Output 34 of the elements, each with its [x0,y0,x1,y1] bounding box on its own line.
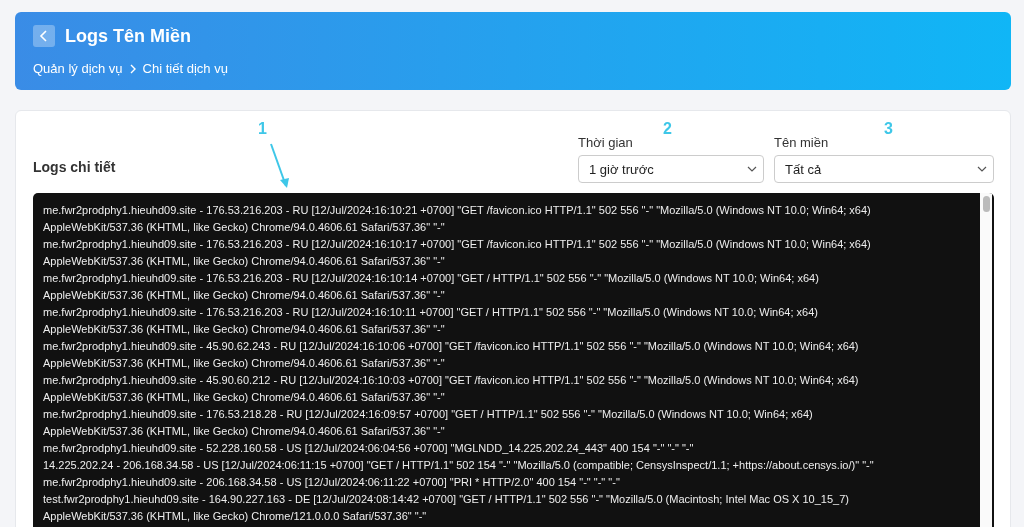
log-line: me.fwr2prodphy1.hieuhd09.site - 176.53.218.28 - RU [12/Jul/2024:16:09:57 +0700] "GET / HTTP/1.1" 502 556 "-" "Mozilla/5.0 (Windows NT 10.0; Win64; x64) [43,407,813,422]
log-line: me.fwr2prodphy1.hieuhd09.site - 176.53.216.203 - RU [12/Jul/2024:16:10:21 +0700] "GET /favicon.ico HTTP/1.1" 502 556 "-" "Mozilla/5.0 (Windows NT 10.0; Win64; x64) [43,203,871,218]
back-button[interactable] [33,25,55,47]
log-line: AppleWebKit/537.36 (KHTML, like Gecko) Chrome/94.0.4606.61 Safari/537.36" "-" [43,254,445,269]
log-line: AppleWebKit/537.36 (KHTML, like Gecko) Chrome/121.0.0.0 Safari/537.36" "-" [43,509,427,524]
annotation-number: 1 [258,120,267,138]
log-line: me.fwr2prodphy1.hieuhd09.site - 45.90.60.212 - RU [12/Jul/2024:16:10:03 +0700] "GET /favicon.ico HTTP/1.1" 502 556 "-" "Mozilla/5.0 (Windows NT 10.0; Win64; x64) [43,373,859,388]
log-line: AppleWebKit/537.36 (KHTML, like Gecko) Chrome/94.0.4606.61 Safari/537.36" "-" [43,322,445,337]
log-line: me.fwr2prodphy1.hieuhd09.site - 45.90.62.243 - RU [12/Jul/2024:16:10:06 +0700] "GET /favicon.ico HTTP/1.1" 502 556 "-" "Mozilla/5.0 (Windows NT 10.0; Win64; x64) [43,339,859,354]
annotation-number: 2 [663,120,672,138]
log-line: test.fwr2prodphy1.hieuhd09.site - 164.90.227.163 - DE [12/Jul/2024:08:14:42 +0700] "GET / HTTP/1.1" 502 556 "-" "Mozilla/5.0 (Macintosh; Intel Mac OS X 10_15_7) [43,492,849,507]
log-line: me.fwr2prodphy1.hieuhd09.site - 176.53.216.203 - RU [12/Jul/2024:16:10:11 +0700] "GET / HTTP/1.1" 502 556 "-" "Mozilla/5.0 (Windows NT 10.0; Win64; x64) [43,305,818,320]
log-line: AppleWebKit/537.36 (KHTML, like Gecko) Chrome/94.0.4606.61 Safari/537.36" "-" [43,424,445,439]
dropdown-select[interactable]: Tất cả [774,155,994,183]
log-line: 14.225.202.24 - 206.168.34.58 - US [12/Jul/2024:06:11:15 +0700] "GET / HTTP/1.1" 502 154 "-" "Mozilla/5.0 (compatible; CensysInspect/1.1; +https://about.censys.io/)" "-" [43,458,874,473]
log-line: AppleWebKit/537.36 (KHTML, like Gecko) Chrome/94.0.4606.61 Safari/537.36" "-" [43,288,445,303]
dropdown-select[interactable]: 1 giờ trước [578,155,764,183]
filter-label: Tên miền [774,135,830,150]
log-line: me.fwr2prodphy1.hieuhd09.site - 176.53.216.203 - RU [12/Jul/2024:16:10:17 +0700] "GET /favicon.ico HTTP/1.1" 502 556 "-" "Mozilla/5.0 (Windows NT 10.0; Win64; x64) [43,237,871,252]
filter-label: Thời gian [578,135,634,150]
annotation-number: 3 [884,120,893,138]
scrollbar[interactable] [980,193,992,527]
log-line: AppleWebKit/537.36 (KHTML, like Gecko) Chrome/94.0.4606.61 Safari/537.36" "-" [43,220,445,235]
dropdown-caret-icon [747,166,757,172]
dropdown-caret-icon [977,166,987,172]
chevron-right-icon [128,63,137,74]
log-line: AppleWebKit/537.36 (KHTML, like Gecko) Chrome/94.0.4606.61 Safari/537.36" "-" [43,390,445,405]
log-line: me.fwr2prodphy1.hieuhd09.site - 176.53.216.203 - RU [12/Jul/2024:16:10:14 +0700] "GET / HTTP/1.1" 502 556 "-" "Mozilla/5.0 (Windows NT 10.0; Win64; x64) [43,271,819,286]
section-title: Logs chi tiết [33,159,116,175]
log-line: me.fwr2prodphy1.hieuhd09.site - 206.168.34.58 - US [12/Jul/2024:06:11:22 +0700] "PRI * HTTP/2.0" 400 154 "-" "-" "-" [43,475,620,490]
page-title: Logs Tên Miền [65,25,191,47]
chevron-left-icon [39,30,49,42]
log-line: me.fwr2prodphy1.hieuhd09.site - 52.228.160.58 - US [12/Jul/2024:06:04:56 +0700] "MGLNDD_14.225.202.24_443" 400 154 "-" "-" "-" [43,441,694,456]
log-line: AppleWebKit/537.36 (KHTML, like Gecko) Chrome/94.0.4606.61 Safari/537.36" "-" [43,356,445,371]
